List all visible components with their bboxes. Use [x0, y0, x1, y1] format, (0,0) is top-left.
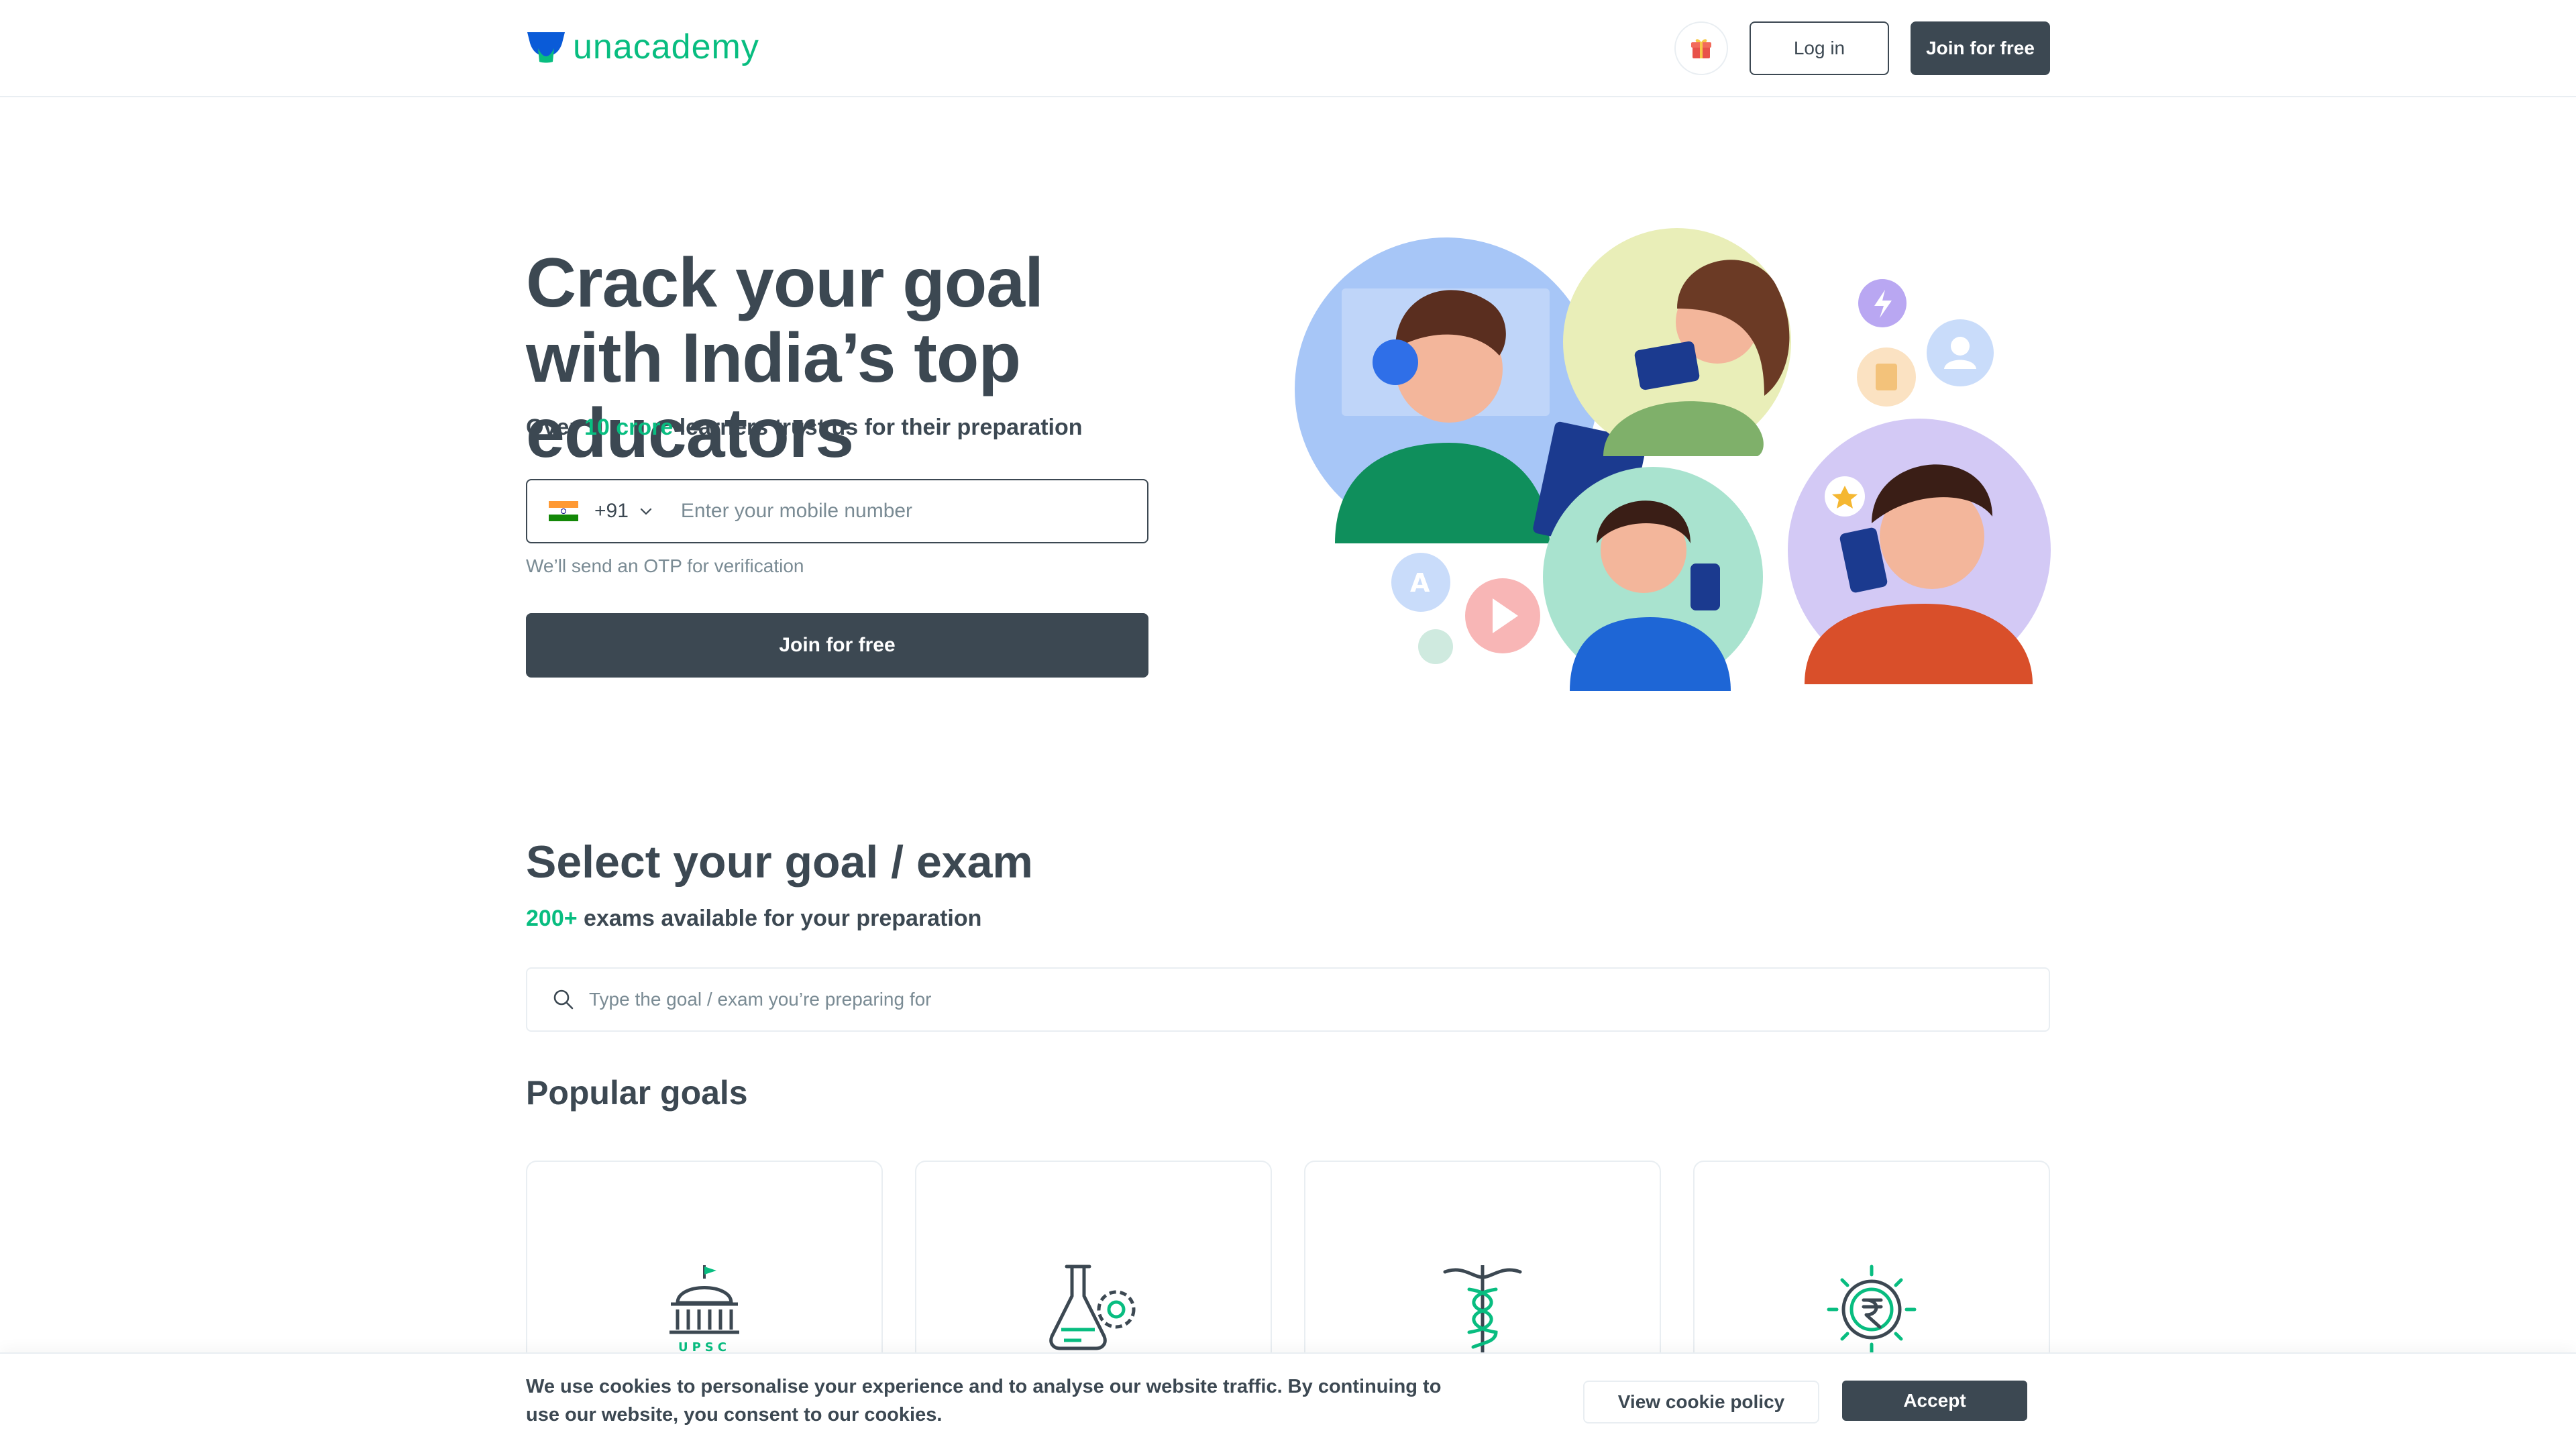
- login-button[interactable]: Log in: [1750, 21, 1889, 75]
- goal-section-subtitle: 200+ exams available for your preparatio…: [526, 906, 981, 932]
- svg-text:A: A: [1410, 568, 1430, 598]
- join-free-main-button[interactable]: Join for free: [526, 613, 1148, 678]
- chevron-down-icon[interactable]: [638, 503, 654, 519]
- goal-subtitle-suffix: exams available for your preparation: [577, 906, 982, 931]
- india-flag-icon[interactable]: [549, 501, 578, 521]
- upsc-icon: UPSC: [669, 1265, 739, 1354]
- join-free-header-button[interactable]: Join for free: [1911, 21, 2050, 75]
- cookie-text: We use cookies to personalise your exper…: [526, 1376, 1442, 1426]
- top-navbar: unacademy Log in Join for free: [0, 0, 2576, 97]
- hero-subtitle: Over 10 crore learners trust us for thei…: [526, 415, 1083, 441]
- cookie-banner: We use cookies to personalise your exper…: [0, 1352, 2576, 1449]
- logo-icon: [527, 32, 565, 63]
- logo-text: unacademy: [573, 28, 759, 66]
- country-code[interactable]: +91: [594, 500, 629, 523]
- accept-cookies-button[interactable]: Accept: [1842, 1381, 2027, 1421]
- unacademy-logo[interactable]: unacademy: [526, 27, 759, 67]
- search-icon: [553, 989, 574, 1010]
- medical-caduceus-icon: [1443, 1265, 1522, 1355]
- hero-educators-illustration: A: [1295, 228, 2051, 691]
- goal-search-box[interactable]: [526, 967, 2050, 1032]
- goal-search-input[interactable]: [589, 989, 1796, 1010]
- gift-icon: [1691, 39, 1711, 58]
- hero-subtitle-prefix: Over: [526, 415, 584, 440]
- goal-section-title: Select your goal / exam: [526, 837, 1033, 888]
- mobile-number-field[interactable]: +91: [526, 479, 1148, 543]
- otp-note: We’ll send an OTP for verification: [526, 555, 804, 576]
- hero-subtitle-accent: 10 crore: [584, 415, 674, 440]
- view-cookie-policy-button[interactable]: View cookie policy: [1583, 1381, 1819, 1424]
- hero-subtitle-suffix: learners trust us for their preparation: [673, 415, 1083, 440]
- popular-goals-title: Popular goals: [526, 1074, 748, 1112]
- rupee-coin-icon: [1827, 1265, 1917, 1354]
- lab-flask-icon: [1049, 1265, 1136, 1350]
- gift-button[interactable]: [1674, 21, 1728, 75]
- mobile-number-input[interactable]: [680, 500, 1110, 523]
- goal-count-accent: 200+: [526, 906, 578, 931]
